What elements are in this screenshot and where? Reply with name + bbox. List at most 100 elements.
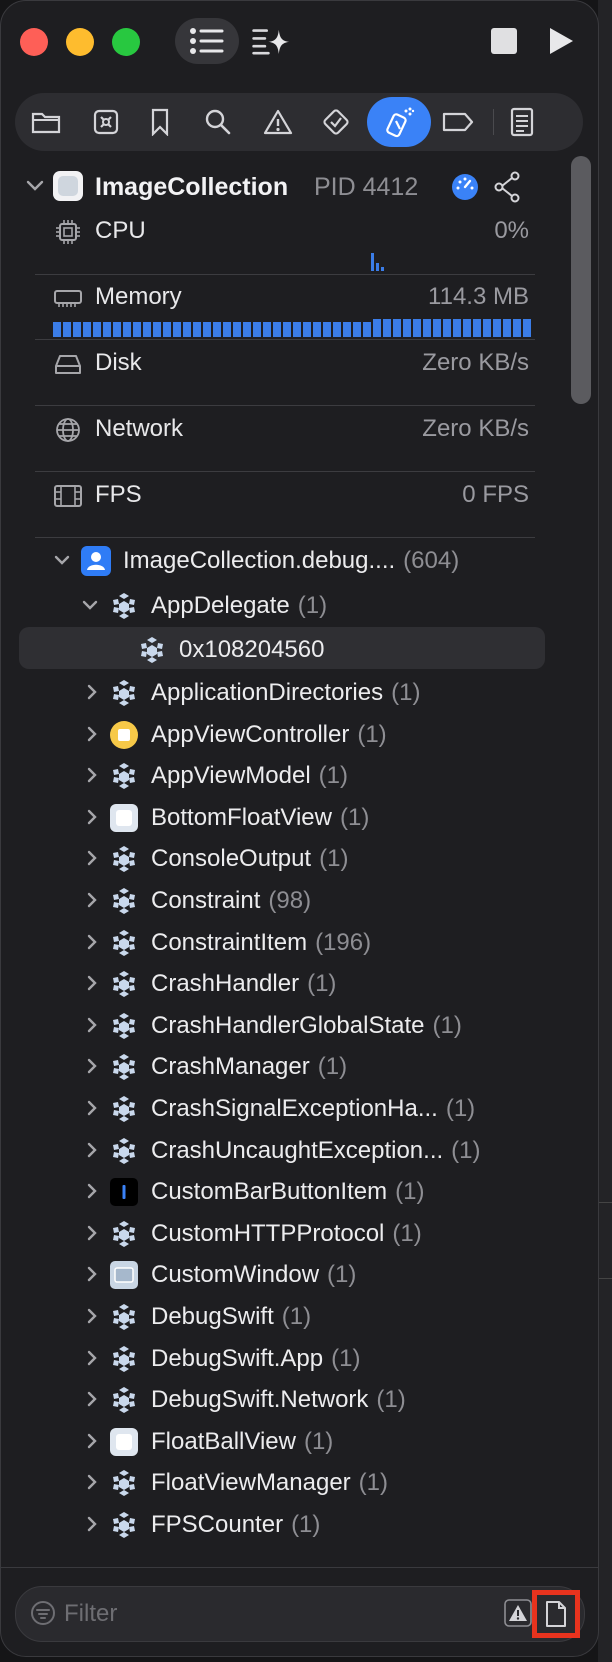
struct-icon — [109, 1385, 139, 1415]
tree-row[interactable]: CrashUncaughtException... (1) — [1, 1129, 561, 1173]
minimize-window-button[interactable] — [66, 28, 94, 56]
bookmark-navigator-tab[interactable] — [135, 97, 185, 147]
zoom-window-button[interactable] — [112, 28, 140, 56]
memory-bar — [263, 322, 271, 337]
find-navigator-tab[interactable] — [193, 97, 243, 147]
memory-bar — [323, 322, 331, 337]
close-window-button[interactable] — [20, 28, 48, 56]
stop-button[interactable] — [484, 21, 524, 61]
memory-bar — [83, 322, 91, 337]
filter-field[interactable]: Filter — [15, 1586, 585, 1642]
memory-bar — [123, 322, 131, 337]
memory-bar — [313, 322, 321, 337]
memory-bar — [183, 322, 191, 337]
tree-row[interactable]: ConstraintItem (196) — [1, 921, 561, 965]
memory-bar — [213, 322, 221, 337]
issues-filter-icon[interactable] — [504, 1599, 532, 1627]
struct-icon — [109, 1219, 139, 1249]
memory-bar — [223, 322, 231, 337]
gauge-disk[interactable]: Disk Zero KB/s — [49, 345, 529, 409]
tree-row[interactable]: DebugSwift (1) — [1, 1295, 561, 1339]
gauge-cpu[interactable]: CPU 0% — [49, 213, 529, 277]
tree-row[interactable]: CrashHandler (1) — [1, 962, 561, 1006]
tree-row[interactable]: CrashManager (1) — [1, 1045, 561, 1089]
tree-row[interactable]: DebugSwift.Network (1) — [1, 1378, 561, 1422]
chevron-right-icon — [87, 1225, 97, 1240]
tree-item-label: ConsoleOutput (1) — [151, 845, 349, 873]
document-icon — [546, 1601, 566, 1627]
source-control-tab[interactable] — [81, 97, 131, 147]
struct-icon — [109, 1344, 139, 1374]
tree-row[interactable]: FPSCounter (1) — [1, 1503, 561, 1547]
view-icon — [109, 1427, 139, 1457]
memory-bar-graph — [53, 319, 531, 337]
memory-bar — [453, 319, 461, 337]
memory-bar — [383, 319, 391, 337]
tree-row[interactable]: BottomFloatView (1) — [1, 796, 561, 840]
tree-item-label: CustomWindow (1) — [151, 1261, 357, 1289]
struct-icon — [109, 886, 139, 916]
memory-icon — [54, 290, 82, 307]
tree-row[interactable]: AppViewModel (1) — [1, 754, 561, 798]
tree-row[interactable]: FloatBallView (1) — [1, 1420, 561, 1464]
gauge-fps[interactable]: FPS 0 FPS — [49, 477, 529, 541]
tree-row[interactable]: CrashSignalExceptionHa... (1) — [1, 1087, 561, 1131]
tree-item-label: CustomHTTPProtocol (1) — [151, 1219, 422, 1247]
project-navigator-tab[interactable] — [21, 97, 71, 147]
tree-row[interactable]: CustomHTTPProtocol (1) — [1, 1212, 561, 1256]
gauge-network[interactable]: Network Zero KB/s — [49, 411, 529, 475]
struct-icon — [109, 928, 139, 958]
tree-row[interactable]: ConsoleOutput (1) — [1, 837, 561, 881]
tree-item-label: ConstraintItem (196) — [151, 928, 372, 956]
struct-icon — [109, 1011, 139, 1041]
tree-item-label: FloatViewManager (1) — [151, 1469, 389, 1497]
filter-input[interactable]: Filter — [64, 1600, 117, 1628]
memory-bar — [63, 322, 71, 337]
tree-row[interactable]: DebugSwift.App (1) — [1, 1337, 561, 1381]
gauge-value: 0% — [494, 217, 529, 244]
breakpoint-tag-icon — [442, 112, 474, 132]
bar-button-icon — [109, 1177, 139, 1207]
bookmark-icon — [151, 108, 169, 136]
show-documents-filter-button[interactable] — [532, 1590, 580, 1638]
memory-bar — [493, 319, 501, 337]
tree-row[interactable]: AppViewController (1) — [1, 713, 561, 757]
chevron-right-icon — [87, 1267, 97, 1282]
coding-assistant-button[interactable] — [251, 21, 291, 61]
memory-bar — [243, 322, 251, 337]
memory-bar — [283, 322, 291, 337]
tree-row[interactable]: Constraint (98) — [1, 879, 561, 923]
tree-item-label: BottomFloatView (1) — [151, 803, 370, 831]
tree-row-instance[interactable]: 0x108204560 — [1, 628, 561, 672]
memory-bar — [293, 322, 301, 337]
report-navigator-tab[interactable] — [497, 97, 547, 147]
tree-item-label: CrashManager (1) — [151, 1053, 348, 1081]
tree-row[interactable]: FloatViewManager (1) — [1, 1461, 561, 1505]
cpu-spark-graph — [371, 251, 391, 271]
memory-graph-root-row[interactable]: ImageCollection.debug.... (604) — [1, 539, 561, 583]
spray-can-icon — [386, 107, 415, 138]
navigator-toggle-button[interactable] — [175, 18, 239, 64]
issue-navigator-tab[interactable] — [253, 97, 303, 147]
process-row[interactable]: ImageCollection PID 4412 — [1, 163, 561, 211]
chevron-down-icon — [82, 600, 98, 610]
tree-row[interactable]: ApplicationDirectories (1) — [1, 671, 561, 715]
tree-row[interactable]: CustomWindow (1) — [1, 1253, 561, 1297]
scrollbar-thumb[interactable] — [571, 156, 591, 404]
debug-navigator-tab[interactable] — [367, 97, 431, 147]
share-graph-icon[interactable] — [493, 171, 521, 203]
struct-icon — [109, 969, 139, 999]
tree-row-appdelegate[interactable]: AppDelegate (1) — [1, 584, 561, 628]
test-navigator-tab[interactable] — [311, 97, 361, 147]
memory-bar — [203, 322, 211, 337]
folder-icon — [31, 112, 61, 134]
view-controller-icon — [109, 720, 139, 750]
breakpoint-navigator-tab[interactable] — [433, 97, 483, 147]
gauge-memory[interactable]: Memory 114.3 MB — [49, 279, 531, 343]
run-button[interactable] — [541, 21, 581, 61]
tree-row[interactable]: CrashHandlerGlobalState (1) — [1, 1004, 561, 1048]
tree-row[interactable]: CustomBarButtonItem (1) — [1, 1170, 561, 1214]
chevron-right-icon — [87, 934, 97, 949]
memory-bar — [133, 322, 141, 337]
gauge-icon[interactable] — [451, 173, 479, 201]
